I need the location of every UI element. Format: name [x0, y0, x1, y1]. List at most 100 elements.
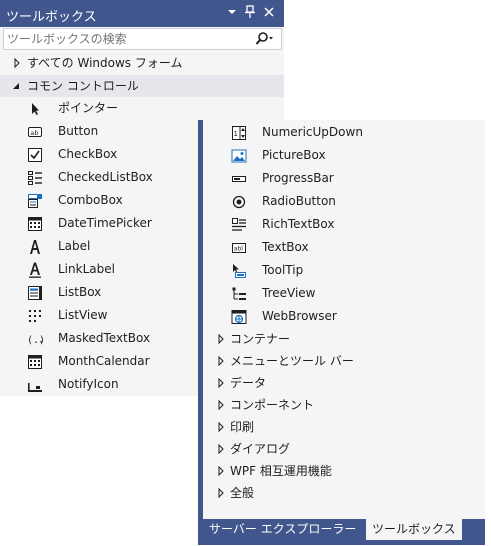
- notifyicon-icon: [27, 377, 43, 393]
- item-label: Label: [58, 239, 91, 253]
- collapsed-arrow-icon: [217, 328, 225, 350]
- numericupdown-icon: 1: [231, 125, 247, 141]
- toolbox-item-richtextbox[interactable]: RichTextBox: [203, 213, 485, 236]
- category-label: 印刷: [230, 420, 255, 434]
- collapsed-arrow-icon: [217, 350, 225, 372]
- category-data[interactable]: データ: [203, 372, 485, 394]
- collapsed-arrow-icon: [217, 394, 225, 416]
- monthcalendar-icon: [27, 354, 43, 370]
- toolbox-search-box[interactable]: [3, 28, 282, 50]
- radiobutton-icon: [231, 194, 247, 210]
- linklabel-icon: [27, 262, 43, 278]
- category-printing[interactable]: 印刷: [203, 416, 485, 438]
- pin-icon[interactable]: [243, 4, 257, 20]
- item-label: RadioButton: [262, 194, 336, 208]
- toolbox-title-bar[interactable]: ツールボックス: [0, 0, 284, 27]
- category-label: コンテナー: [230, 332, 291, 346]
- item-label: NumericUpDown: [262, 125, 363, 139]
- item-label: TreeView: [262, 286, 316, 300]
- category-label: すべての Windows フォーム: [27, 56, 183, 70]
- svg-text:ab: ab: [30, 129, 38, 137]
- toolbox-item-numericupdown[interactable]: 1 NumericUpDown: [203, 121, 485, 144]
- category-label: 全般: [230, 486, 255, 500]
- datetimepicker-icon: [27, 216, 43, 232]
- webbrowser-icon: [231, 309, 247, 325]
- tab-server-explorer[interactable]: サーバー エクスプローラー: [203, 519, 362, 540]
- treeview-icon: [231, 286, 247, 302]
- toolbox-item-pointer[interactable]: ポインター: [0, 97, 284, 120]
- toolbox-item-textbox[interactable]: abl TextBox: [203, 236, 485, 259]
- collapsed-arrow-icon: [217, 438, 225, 460]
- collapsed-arrow-icon: [217, 416, 225, 438]
- category-label: コモン コントロール: [27, 79, 139, 93]
- toolbox-item-progressbar[interactable]: ProgressBar: [203, 167, 485, 190]
- svg-text:abl: abl: [234, 246, 243, 253]
- textbox-icon: abl: [231, 240, 247, 256]
- category-label: WPF 相互運用機能: [230, 464, 332, 478]
- item-label: WebBrowser: [262, 309, 337, 323]
- toolbox-panel: 1 NumericUpDown PictureBox ProgressBar R…: [203, 120, 485, 519]
- category-all-windows-forms[interactable]: すべての Windows フォーム: [0, 52, 284, 74]
- listbox-icon: [27, 285, 43, 301]
- item-label: ListBox: [58, 285, 102, 299]
- toolbox-window-docked: 1 NumericUpDown PictureBox ProgressBar R…: [198, 120, 485, 545]
- category-menus-toolbars[interactable]: メニューとツール バー: [203, 350, 485, 372]
- window-position-dropdown-icon[interactable]: [225, 4, 239, 20]
- item-label: MaskedTextBox: [58, 331, 151, 345]
- toolbox-title: ツールボックス: [6, 10, 97, 25]
- category-label: ダイアログ: [230, 442, 291, 456]
- item-label: ポインター: [58, 101, 119, 115]
- checkbox-icon: [27, 147, 43, 163]
- progressbar-icon: [231, 171, 247, 187]
- item-label: ListView: [58, 308, 108, 322]
- toolbox-item-picturebox[interactable]: PictureBox: [203, 144, 485, 167]
- toolbox-item-tooltip[interactable]: ToolTip: [203, 259, 485, 282]
- collapsed-arrow-icon: [217, 460, 225, 482]
- item-label: NotifyIcon: [58, 377, 119, 391]
- item-label: PictureBox: [262, 148, 326, 162]
- category-containers[interactable]: コンテナー: [203, 328, 485, 350]
- toolbox-item-radiobutton[interactable]: RadioButton: [203, 190, 485, 213]
- item-label: DateTimePicker: [58, 216, 152, 230]
- search-icon[interactable]: [255, 31, 275, 47]
- richtextbox-icon: [231, 217, 247, 233]
- category-label: データ: [230, 376, 267, 390]
- collapsed-arrow-icon: [217, 482, 225, 504]
- toolbox-search-input[interactable]: [7, 30, 245, 47]
- tool-window-tabs: サーバー エクスプローラー ツールボックス: [198, 519, 485, 545]
- maskedtextbox-icon: (.): [27, 331, 45, 347]
- category-general[interactable]: 全般: [203, 482, 485, 504]
- close-icon[interactable]: [262, 4, 276, 20]
- item-label: CheckBox: [58, 147, 118, 161]
- button-icon: ab: [27, 124, 43, 140]
- item-label: ProgressBar: [262, 171, 334, 185]
- item-label: RichTextBox: [262, 217, 335, 231]
- pointer-icon: [27, 101, 43, 117]
- tooltip-icon: [231, 263, 247, 279]
- collapsed-arrow-icon: [217, 372, 225, 394]
- toolbox-item-treeview[interactable]: TreeView: [203, 282, 485, 305]
- category-common-controls[interactable]: コモン コントロール: [0, 75, 284, 97]
- toolbox-item-webbrowser[interactable]: WebBrowser: [203, 305, 485, 328]
- item-label: ComboBox: [58, 193, 123, 207]
- item-label: MonthCalendar: [58, 354, 150, 368]
- combobox-icon: [27, 193, 43, 209]
- checkedlistbox-icon: [27, 170, 43, 186]
- category-components[interactable]: コンポーネント: [203, 394, 485, 416]
- picturebox-icon: [231, 148, 247, 164]
- category-wpf-interop[interactable]: WPF 相互運用機能: [203, 460, 485, 482]
- expanded-arrow-icon: [13, 75, 21, 97]
- item-label: Button: [58, 124, 99, 138]
- category-label: メニューとツール バー: [230, 354, 354, 368]
- svg-text:1: 1: [234, 130, 238, 138]
- svg-text:(.): (.): [27, 335, 43, 346]
- tab-toolbox[interactable]: ツールボックス: [366, 519, 462, 540]
- listview-icon: [27, 308, 43, 324]
- item-label: LinkLabel: [58, 262, 115, 276]
- category-dialogs[interactable]: ダイアログ: [203, 438, 485, 460]
- label-icon: [27, 239, 43, 255]
- collapsed-arrow-icon: [13, 52, 21, 74]
- item-label: TextBox: [262, 240, 309, 254]
- item-label: ToolTip: [262, 263, 304, 277]
- category-label: コンポーネント: [230, 398, 315, 412]
